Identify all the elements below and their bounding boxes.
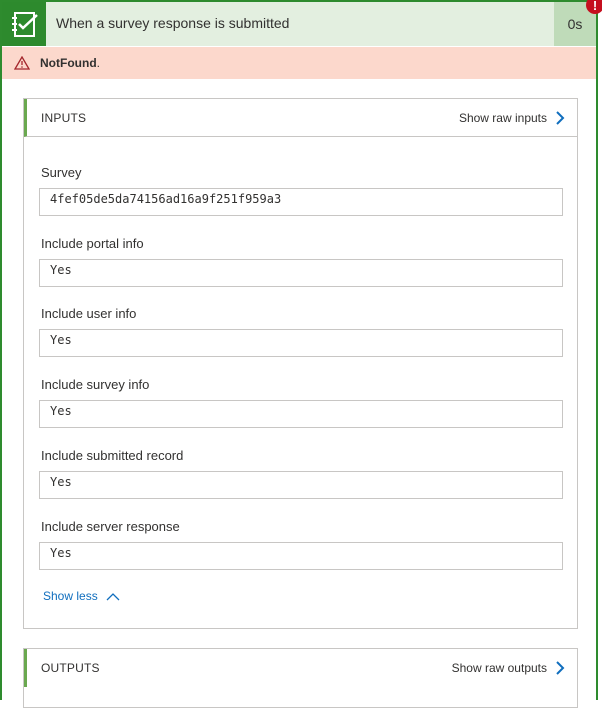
inputs-title: INPUTS	[41, 110, 87, 125]
show-raw-inputs-link[interactable]: Show raw inputs	[459, 111, 565, 125]
survey-value[interactable]: 4fef05de5da74156ad16a9f251f959a3	[39, 188, 563, 216]
include-survey-info-label: Include survey info	[41, 377, 150, 392]
error-banner: NotFound.	[2, 47, 596, 79]
chevron-right-icon	[556, 661, 565, 675]
include-user-info-value[interactable]: Yes	[39, 329, 563, 357]
action-title: When a survey response is submitted	[56, 15, 290, 31]
show-raw-inputs-label: Show raw inputs	[458, 110, 547, 125]
show-less-link[interactable]: Show less	[43, 589, 120, 603]
outputs-title: OUTPUTS	[41, 661, 100, 675]
show-raw-outputs-label: Show raw outputs	[451, 661, 547, 675]
include-portal-info-value[interactable]: Yes	[39, 259, 563, 287]
error-status-icon: !	[586, 0, 602, 14]
show-raw-outputs-link[interactable]: Show raw outputs	[452, 661, 565, 675]
inputs-section: INPUTS Show raw inputs Survey 4fef05de5d…	[23, 98, 578, 629]
outputs-section: OUTPUTS Show raw outputs	[23, 648, 578, 708]
error-message: NotFound	[40, 56, 97, 70]
survey-label: Survey	[41, 165, 82, 180]
chevron-right-icon	[556, 110, 565, 125]
include-submitted-record-value[interactable]: Yes	[39, 471, 563, 499]
include-server-response-label: Include server response	[41, 519, 180, 534]
include-server-response-value[interactable]: Yes	[39, 542, 563, 570]
outputs-section-header: OUTPUTS Show raw outputs	[24, 649, 577, 687]
chevron-up-icon	[106, 592, 120, 600]
include-submitted-record-label: Include submitted record	[41, 448, 184, 463]
action-header[interactable]: When a survey response is submitted 0s	[2, 2, 596, 46]
include-user-info-label: Include user info	[41, 306, 137, 321]
include-portal-info-label: Include portal info	[41, 236, 144, 251]
warning-icon	[14, 56, 30, 70]
survey-trigger-icon	[2, 2, 46, 46]
show-less-label: Show less	[43, 589, 98, 603]
error-message-suffix: .	[96, 56, 100, 70]
action-card: When a survey response is submitted 0s N…	[0, 0, 598, 708]
inputs-section-header: INPUTS Show raw inputs	[24, 99, 577, 137]
include-survey-info-value[interactable]: Yes	[39, 400, 563, 428]
